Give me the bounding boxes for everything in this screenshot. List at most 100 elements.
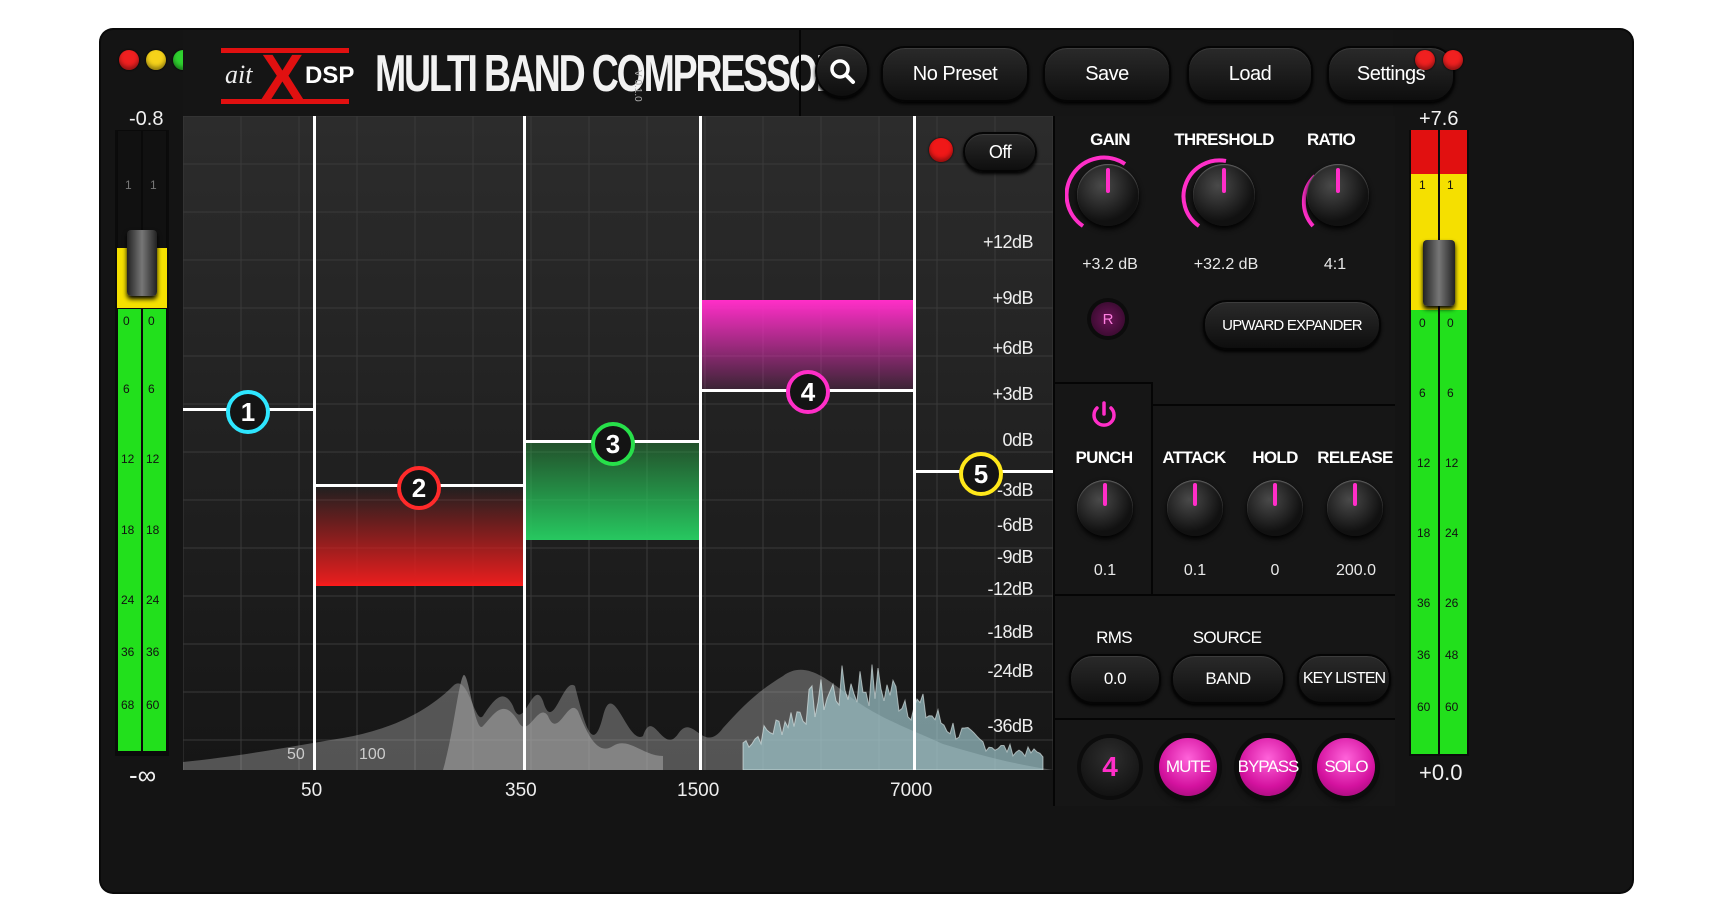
logo-suffix: DSP [305,62,355,89]
band-graph[interactable]: 1 2 3 4 5 Off +12dB +9dB +6dB +3dB 0dB -… [183,116,1053,770]
output-scale-mark: 24 [1445,526,1459,540]
db-label: -12dB [987,579,1033,599]
save-button[interactable]: Save [1043,46,1171,102]
selected-band-indicator[interactable]: 4 [1081,738,1139,796]
source-label: SOURCE [1192,628,1262,647]
attack-value: 0.1 [1183,562,1207,579]
db-label: 0dB [1002,430,1033,450]
output-scale-mark: 6 [1447,386,1454,400]
gain-knob[interactable] [1077,164,1139,226]
load-button[interactable]: Load [1187,46,1313,102]
logo-mark: X [261,41,304,113]
band-4-handle[interactable]: 4 [786,370,830,414]
power-icon [1092,401,1116,427]
crossover-line-7000[interactable] [913,116,916,770]
input-scale-mark: 6 [123,382,130,396]
header-bar: ait X DSP MULTI BAND COMPRESSOR V 0.1.0 … [183,30,1455,118]
selected-band-number: 4 [1102,751,1118,782]
inner-freq-label: 100 [359,746,386,763]
output-scale-mark: 60 [1445,700,1459,714]
output-peak-readout: +7.6 [1419,108,1459,130]
input-scale-mark: 24 [121,593,135,607]
db-label: -3dB [996,480,1034,500]
output-scale-mark: 12 [1445,456,1459,470]
input-gain-readout: -∞ [129,760,157,790]
release-knob[interactable] [1327,480,1383,536]
input-scale-mark: 0 [123,314,130,328]
panel-divider [1055,382,1151,384]
crossover-freq-label: 50 [301,780,323,801]
attack-knob[interactable] [1167,480,1223,536]
source-selector[interactable]: BAND [1171,654,1285,704]
db-label: -6dB [996,515,1034,535]
gain-label: GAIN [1090,130,1130,149]
input-scale-mark: 0 [148,314,155,328]
reset-button[interactable]: R [1091,302,1125,336]
hold-knob[interactable] [1247,480,1303,536]
output-scale-mark: 18 [1417,526,1431,540]
close-light[interactable] [119,50,139,70]
output-scale-mark: 60 [1417,700,1431,714]
release-label: RELEASE [1317,448,1393,467]
band-1-number: 1 [240,396,256,427]
mute-button[interactable]: MUTE [1159,738,1217,796]
release-value: 200.0 [1335,562,1377,579]
input-scale-mark: 12 [121,452,135,466]
input-scale-mark: 36 [121,645,135,659]
solo-button[interactable]: SOLO [1317,738,1375,796]
output-scale-mark: 36 [1417,596,1431,610]
version-label: V 0.1.0 [632,70,643,102]
inner-freq-label: 50 [287,746,305,763]
output-meter-divider [1438,130,1440,756]
search-button[interactable] [815,44,869,98]
band-4-number: 4 [800,376,816,407]
key-listen-button[interactable]: KEY LISTEN [1297,654,1391,704]
ratio-knob[interactable] [1307,164,1369,226]
band-1-handle[interactable]: 1 [226,390,270,434]
crossover-line-50[interactable] [313,116,316,770]
hold-label: HOLD [1252,448,1298,467]
punch-power-button[interactable] [1087,398,1121,432]
output-gain-readout: +0.0 [1419,760,1463,785]
input-scale-mark: 18 [121,523,135,537]
settings-button[interactable]: Settings [1327,46,1455,102]
db-label: -24dB [987,661,1033,681]
reset-label: R [1102,310,1114,328]
threshold-knob[interactable] [1193,164,1255,226]
ratio-value: 4:1 [1323,256,1347,273]
panel-divider [1151,404,1395,406]
crossover-line-350[interactable] [523,116,526,770]
input-gain-fader-handle[interactable] [127,230,157,296]
panel-divider [1151,382,1153,594]
brand-logo: ait X DSP [221,41,354,113]
output-scale-mark: 6 [1419,386,1426,400]
bypass-button[interactable]: BYPASS [1238,738,1299,796]
input-scale-mark: 12 [146,452,160,466]
input-scale-mark: 68 [121,698,135,712]
right-status-light [1443,50,1463,70]
band-3-number: 3 [605,428,621,459]
crossover-line-1500[interactable] [699,116,702,770]
output-scale-mark: 26 [1445,596,1459,610]
attack-label: ATTACK [1162,448,1226,467]
mode-selector[interactable]: UPWARD EXPANDER [1203,300,1381,350]
output-gain-fader-handle[interactable] [1423,240,1455,306]
logo-prefix: ait [225,60,253,89]
band-3-handle[interactable]: 3 [591,422,635,466]
hold-value: 0 [1270,562,1280,579]
rms-field[interactable]: 0.0 [1069,654,1161,704]
search-icon [830,59,855,84]
output-scale-mark: 36 [1417,648,1431,662]
input-scale-mark: 18 [146,523,160,537]
punch-knob[interactable] [1077,480,1133,536]
control-panel: GAIN THRESHOLD RATIO +3.2 dB +32.2 dB 4:… [1053,116,1395,806]
band-2-handle[interactable]: 2 [397,466,441,510]
minimize-light[interactable] [146,50,166,70]
header-divider [799,30,801,116]
ratio-label: RATIO [1306,130,1356,149]
db-label: +12dB [982,232,1034,252]
threshold-label: THRESHOLD [1174,130,1274,149]
threshold-value: +32.2 dB [1193,256,1259,273]
preset-selector[interactable]: No Preset [881,46,1029,102]
output-scale-mark: 1 [1419,178,1426,192]
